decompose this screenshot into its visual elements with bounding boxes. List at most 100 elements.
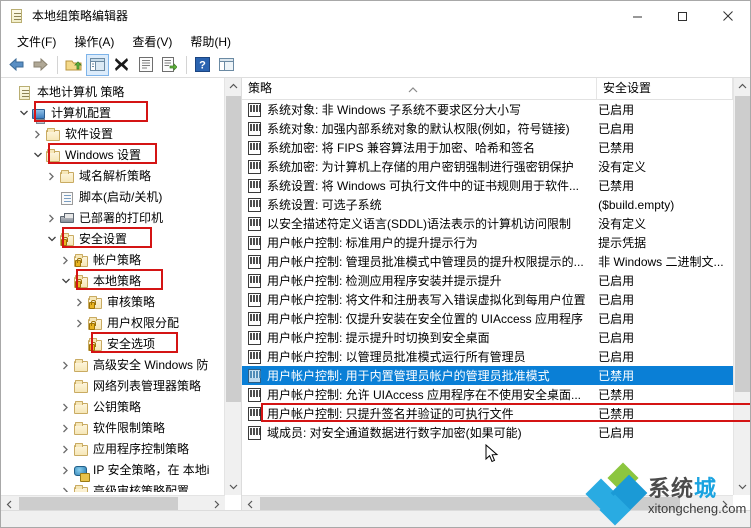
chevron-right-icon[interactable]	[71, 313, 87, 334]
tree-node[interactable]: Windows 设置	[1, 145, 225, 166]
tree-node[interactable]: 审核策略	[1, 292, 225, 313]
policy-icon	[247, 159, 263, 175]
minimize-button[interactable]	[615, 1, 660, 31]
policy-name: 系统加密: 为计算机上存储的用户密钥强制进行强密钥保护	[267, 160, 574, 174]
tree-node[interactable]: 安全选项	[1, 334, 225, 355]
close-button[interactable]	[705, 1, 750, 31]
table-row[interactable]: 用户帐户控制: 只提升签名并验证的可执行文件 已禁用	[242, 404, 733, 423]
list-scroll-down-arrow[interactable]	[734, 478, 750, 495]
table-row[interactable]: 用户帐户控制: 仅提升安装在安全位置的 UIAccess 应用程序 已启用	[242, 309, 733, 328]
chevron-right-icon[interactable]	[57, 460, 73, 481]
forward-button[interactable]	[29, 54, 52, 76]
folder-lock-icon	[87, 316, 103, 332]
tree-node[interactable]: 脚本(启动/关机)	[1, 187, 225, 208]
column-header-policy[interactable]: 策略	[242, 78, 597, 99]
folder-icon	[73, 442, 89, 458]
table-row[interactable]: 用户帐户控制: 管理员批准模式中管理员的提升权限提示的... 非 Windows …	[242, 252, 733, 271]
policy-rows[interactable]: 系统对象: 非 Windows 子系统不要求区分大小写 已启用 系统对象: 加强内部…	[242, 100, 733, 494]
list-scroll-up-arrow[interactable]	[734, 78, 750, 95]
menu-view[interactable]: 查看(V)	[123, 31, 181, 53]
tree-scroll-down-arrow[interactable]	[225, 478, 241, 495]
tree-node[interactable]: 计算机配置	[1, 103, 225, 124]
view-layout-button[interactable]	[215, 54, 238, 76]
chevron-right-icon[interactable]	[57, 481, 73, 492]
column-header-policy-label: 策略	[248, 81, 273, 95]
table-row[interactable]: 系统加密: 为计算机上存储的用户密钥强制进行强密钥保护 没有定义	[242, 157, 733, 176]
back-button[interactable]	[5, 54, 28, 76]
chevron-right-icon[interactable]	[57, 439, 73, 460]
chevron-right-icon[interactable]	[71, 292, 87, 313]
folder-icon	[73, 421, 89, 437]
tree-node[interactable]: 已部署的打印机	[1, 208, 225, 229]
table-row[interactable]: 用户帐户控制: 将文件和注册表写入错误虚拟化到每用户位置 已启用	[242, 290, 733, 309]
tree-node[interactable]: 网络列表管理器策略	[1, 376, 225, 397]
table-row[interactable]: 系统对象: 非 Windows 子系统不要求区分大小写 已启用	[242, 100, 733, 119]
tree-node[interactable]: 本地计算机 策略	[1, 82, 225, 103]
chevron-right-icon[interactable]	[57, 250, 73, 271]
policy-icon	[247, 330, 263, 346]
show-hide-console-tree-button[interactable]	[86, 53, 109, 76]
folder-icon	[73, 379, 89, 395]
chevron-down-icon[interactable]	[15, 103, 31, 124]
table-row-selected[interactable]: 用户帐户控制: 用于内置管理员帐户的管理员批准模式 已禁用	[242, 366, 733, 385]
table-row[interactable]: 系统设置: 可选子系统 ($build.empty)	[242, 195, 733, 214]
list-scroll-thumb[interactable]	[735, 96, 750, 392]
tree-node[interactable]: 本地策略	[1, 271, 225, 292]
policy-icon	[247, 254, 263, 270]
up-button[interactable]	[62, 54, 85, 76]
tree-node[interactable]: 域名解析策略	[1, 166, 225, 187]
table-row[interactable]: 以安全描述符定义语言(SDDL)语法表示的计算机访问限制 没有定义	[242, 214, 733, 233]
chevron-down-icon[interactable]	[57, 271, 73, 292]
table-row[interactable]: 系统对象: 加强内部系统对象的默认权限(例如，符号链接) 已启用	[242, 119, 733, 138]
chevron-right-icon[interactable]	[57, 397, 73, 418]
tree-node[interactable]: 软件限制策略	[1, 418, 225, 439]
menu-help[interactable]: 帮助(H)	[181, 31, 240, 53]
table-row[interactable]: 系统加密: 将 FIPS 兼容算法用于加密、哈希和签名 已禁用	[242, 138, 733, 157]
column-header-security-setting[interactable]: 安全设置	[597, 78, 733, 99]
policy-security-setting: 已启用	[598, 103, 635, 117]
console-root-icon	[17, 85, 33, 101]
table-row[interactable]: 用户帐户控制: 标准用户的提升提示行为 提示凭据	[242, 233, 733, 252]
chevron-right-icon[interactable]	[57, 418, 73, 439]
tree-node[interactable]: 软件设置	[1, 124, 225, 145]
table-row[interactable]: 用户帐户控制: 检测应用程序安装并提示提升 已启用	[242, 271, 733, 290]
tree-scroll-thumb[interactable]	[226, 96, 241, 402]
tree-node[interactable]: 安全设置	[1, 229, 225, 250]
export-list-button[interactable]	[158, 54, 181, 76]
delete-button[interactable]	[110, 54, 133, 76]
table-row[interactable]: 用户帐户控制: 允许 UIAccess 应用程序在不使用安全桌面... 已禁用	[242, 385, 733, 404]
help-button[interactable]: ?	[191, 54, 214, 76]
policy-icon	[247, 197, 263, 213]
tree-node[interactable]: 用户权限分配	[1, 313, 225, 334]
properties-button[interactable]	[134, 54, 157, 76]
chevron-down-icon[interactable]	[43, 229, 59, 250]
table-row[interactable]: 域成员: 对安全通道数据进行数字加密(如果可能) 已启用	[242, 423, 733, 442]
tree-node[interactable]: 高级安全 Windows 防	[1, 355, 225, 376]
chevron-down-icon[interactable]	[29, 145, 45, 166]
chevron-right-icon[interactable]	[29, 124, 45, 145]
tree-node[interactable]: IP 安全策略，在 本地i	[1, 460, 225, 482]
table-row[interactable]: 用户帐户控制: 提示提升时切换到安全桌面 已启用	[242, 328, 733, 347]
maximize-button[interactable]	[660, 1, 705, 31]
menu-file[interactable]: 文件(F)	[8, 31, 65, 53]
policy-icon	[247, 273, 263, 289]
console-tree[interactable]: 本地计算机 策略计算机配置软件设置 Windows 设置 域名解析策略 脚本(启动/关…	[1, 78, 225, 492]
chevron-none	[71, 334, 87, 355]
tree-node[interactable]: 帐户策略	[1, 250, 225, 271]
menu-action[interactable]: 操作(A)	[65, 31, 123, 53]
tree-node[interactable]: 公钥策略	[1, 397, 225, 418]
tree-node[interactable]: 高级审核策略配置	[1, 481, 225, 492]
policy-security-setting: 已禁用	[598, 388, 635, 402]
chevron-right-icon[interactable]	[57, 355, 73, 376]
tree-vertical-scrollbar[interactable]	[224, 78, 241, 495]
table-row[interactable]: 用户帐户控制: 以管理员批准模式运行所有管理员 已启用	[242, 347, 733, 366]
toolbar-separator	[57, 55, 58, 74]
list-vertical-scrollbar[interactable]	[733, 78, 750, 495]
chevron-right-icon[interactable]	[43, 166, 59, 187]
chevron-right-icon[interactable]	[43, 208, 59, 229]
table-row[interactable]: 系统设置: 将 Windows 可执行文件中的证书规则用于软件... 已禁用	[242, 176, 733, 195]
tree-node[interactable]: 应用程序控制策略	[1, 439, 225, 460]
tree-scroll-up-arrow[interactable]	[225, 78, 241, 95]
tree-node-label: 计算机配置	[51, 106, 112, 120]
tree-node-label: 公钥策略	[93, 400, 142, 414]
